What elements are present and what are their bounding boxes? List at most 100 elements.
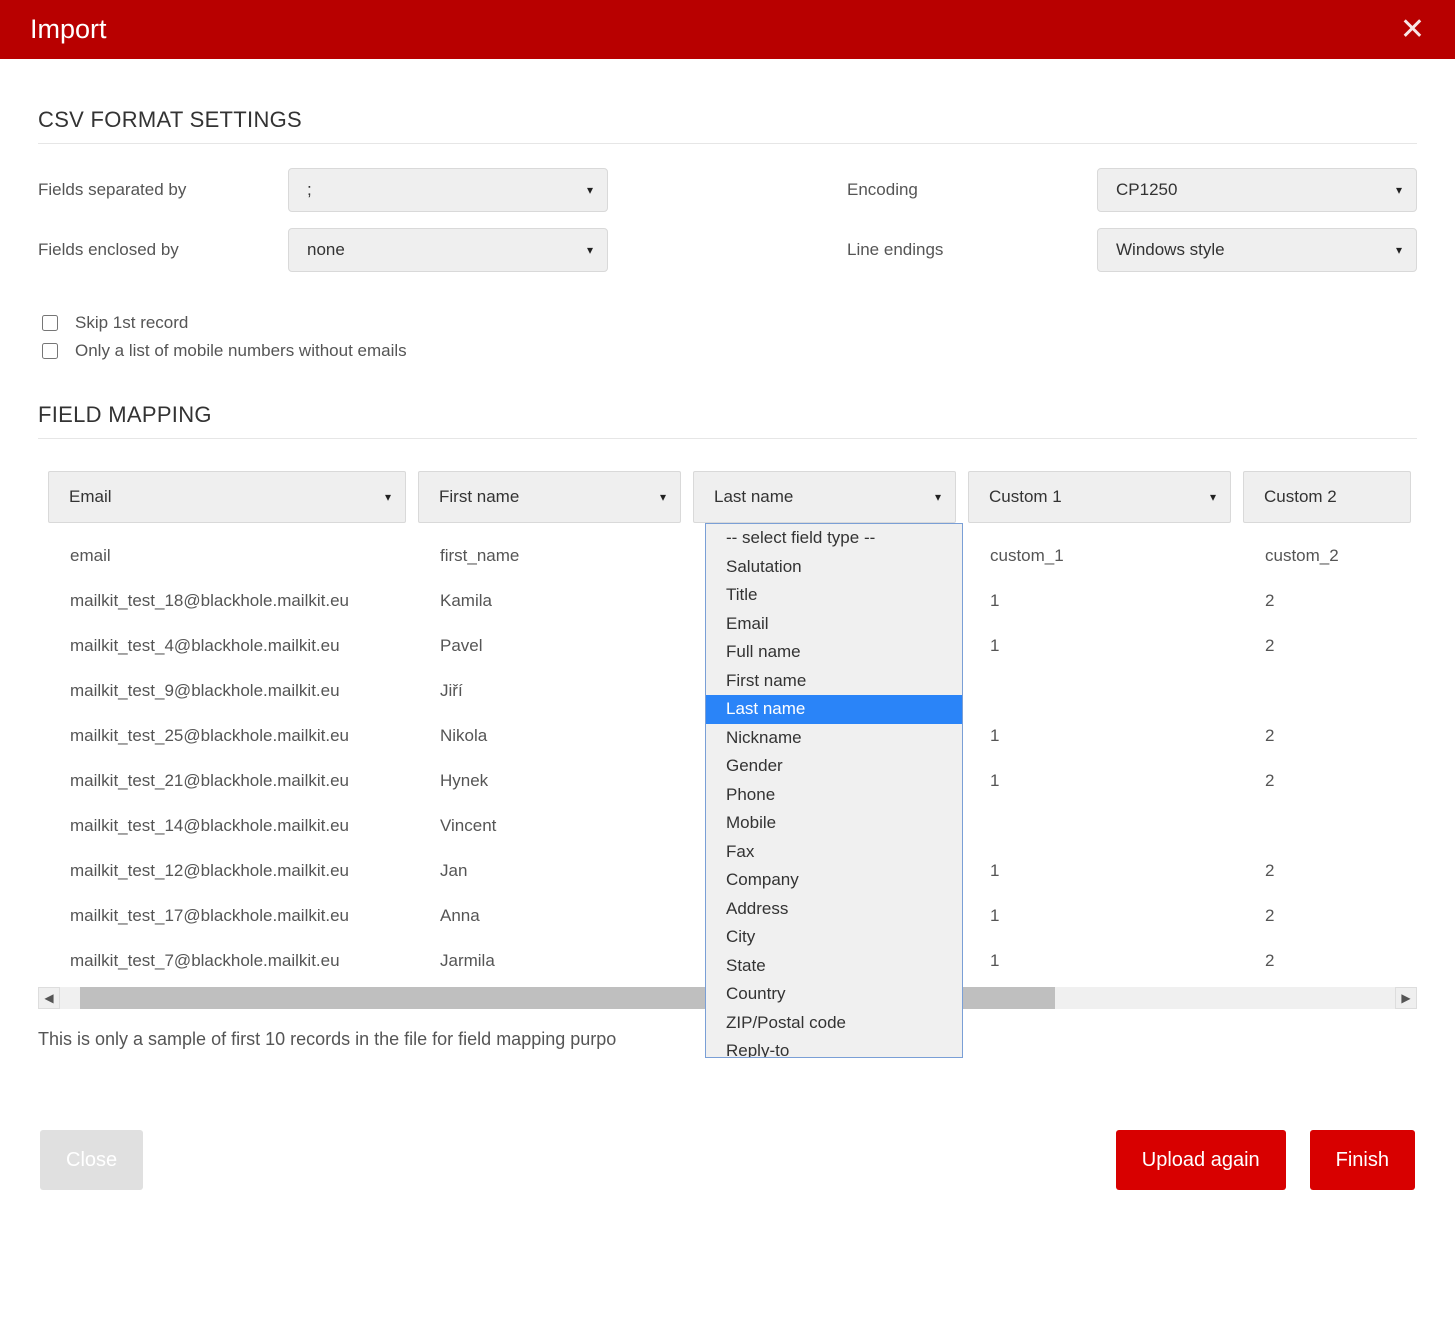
column-select-first-name[interactable]: First name ▾ [418, 471, 681, 523]
divider [38, 438, 1417, 439]
table-cell: custom_1 [968, 546, 1243, 566]
checkbox-label: Skip 1st record [75, 313, 188, 333]
close-icon[interactable]: ✕ [1400, 15, 1425, 45]
dropdown-option[interactable]: Reply-to [706, 1037, 962, 1057]
dropdown-option[interactable]: Fax [706, 838, 962, 867]
dropdown-option[interactable]: City [706, 923, 962, 952]
chevron-down-icon: ▾ [1396, 243, 1402, 257]
dropdown-option[interactable]: Salutation [706, 553, 962, 582]
checkbox-mobiles-only[interactable]: Only a list of mobile numbers without em… [38, 340, 1417, 362]
table-cell: Anna [418, 906, 693, 926]
table-cell: 2 [1243, 951, 1423, 971]
select-value: none [307, 240, 345, 260]
dropdown-option[interactable]: ZIP/Postal code [706, 1009, 962, 1038]
dropdown-option[interactable]: Email [706, 610, 962, 639]
field-type-dropdown[interactable]: -- select field type --SalutationTitleEm… [705, 523, 963, 1058]
select-value: Last name [714, 487, 793, 507]
dropdown-option[interactable]: Phone [706, 781, 962, 810]
column-select-custom-1[interactable]: Custom 1 ▾ [968, 471, 1231, 523]
table-cell: 2 [1243, 591, 1423, 611]
dropdown-option[interactable]: Full name [706, 638, 962, 667]
checkbox-label: Only a list of mobile numbers without em… [75, 341, 407, 361]
dropdown-option[interactable]: Last name [706, 695, 962, 724]
dropdown-option[interactable]: Mobile [706, 809, 962, 838]
column-select-custom-2[interactable]: Custom 2 [1243, 471, 1411, 523]
select-value: First name [439, 487, 519, 507]
table-cell: Jarmila [418, 951, 693, 971]
modal-body: CSV FORMAT SETTINGS Fields separated by … [0, 59, 1455, 1050]
table-cell: mailkit_test_17@blackhole.mailkit.eu [48, 906, 418, 926]
chevron-down-icon: ▾ [1396, 183, 1402, 197]
import-modal: Import ✕ CSV FORMAT SETTINGS Fields sepa… [0, 0, 1455, 1230]
table-cell: mailkit_test_14@blackhole.mailkit.eu [48, 816, 418, 836]
column-select-last-name[interactable]: Last name ▾ [693, 471, 956, 523]
table-cell: 1 [968, 861, 1243, 881]
table-cell: mailkit_test_25@blackhole.mailkit.eu [48, 726, 418, 746]
section-csv-format: CSV FORMAT SETTINGS [38, 107, 1417, 133]
upload-again-button[interactable]: Upload again [1116, 1130, 1286, 1190]
table-cell: 1 [968, 636, 1243, 656]
dropdown-listbox[interactable]: -- select field type --SalutationTitleEm… [706, 524, 962, 1057]
checkbox-input[interactable] [42, 315, 58, 331]
column-select-email[interactable]: Email ▾ [48, 471, 406, 523]
scroll-left-icon[interactable]: ◀ [38, 987, 60, 1009]
checkbox-input[interactable] [42, 343, 58, 359]
scroll-right-icon[interactable]: ▶ [1395, 987, 1417, 1009]
csv-settings-grid: Fields separated by ; ▾ Encoding CP1250 … [38, 168, 1417, 272]
select-line-endings[interactable]: Windows style ▾ [1097, 228, 1417, 272]
select-value: ; [307, 180, 312, 200]
mapping-header-row: Email ▾ First name ▾ Last name ▾ Custom … [48, 471, 1407, 523]
close-button[interactable]: Close [40, 1130, 143, 1190]
label-encoding: Encoding [847, 180, 1097, 200]
dropdown-option[interactable]: Address [706, 895, 962, 924]
select-encoding[interactable]: CP1250 ▾ [1097, 168, 1417, 212]
table-cell: 1 [968, 906, 1243, 926]
chevron-down-icon: ▾ [935, 490, 941, 504]
select-fields-enclosed-by[interactable]: none ▾ [288, 228, 608, 272]
divider [38, 143, 1417, 144]
select-value: Custom 1 [989, 487, 1062, 507]
table-cell: 2 [1243, 861, 1423, 881]
chevron-down-icon: ▾ [1210, 490, 1216, 504]
table-cell: 1 [968, 771, 1243, 791]
select-value: Custom 2 [1264, 487, 1337, 507]
checkbox-skip-first[interactable]: Skip 1st record [38, 312, 1417, 334]
dropdown-option[interactable]: Company [706, 866, 962, 895]
table-cell: 2 [1243, 726, 1423, 746]
table-cell: 2 [1243, 906, 1423, 926]
dropdown-option[interactable]: Title [706, 581, 962, 610]
table-cell: custom_2 [1243, 546, 1423, 566]
dropdown-option[interactable]: -- select field type -- [706, 524, 962, 553]
table-cell: 1 [968, 591, 1243, 611]
checkbox-group: Skip 1st record Only a list of mobile nu… [38, 312, 1417, 362]
section-field-mapping: FIELD MAPPING [38, 402, 1417, 428]
table-cell: Hynek [418, 771, 693, 791]
dropdown-option[interactable]: Nickname [706, 724, 962, 753]
table-cell: Jiří [418, 681, 693, 701]
select-value: Windows style [1116, 240, 1225, 260]
label-line-endings: Line endings [847, 240, 1097, 260]
label-fields-separated-by: Fields separated by [38, 180, 288, 200]
table-cell: 2 [1243, 771, 1423, 791]
dropdown-option[interactable]: Country [706, 980, 962, 1009]
modal-title: Import [30, 14, 107, 45]
table-cell: Jan [418, 861, 693, 881]
table-cell: mailkit_test_18@blackhole.mailkit.eu [48, 591, 418, 611]
table-cell: Vincent [418, 816, 693, 836]
dropdown-option[interactable]: State [706, 952, 962, 981]
modal-footer: Close Upload again Finish [0, 1050, 1455, 1230]
table-cell: mailkit_test_9@blackhole.mailkit.eu [48, 681, 418, 701]
modal-header: Import ✕ [0, 0, 1455, 59]
table-cell: 1 [968, 726, 1243, 746]
finish-button[interactable]: Finish [1310, 1130, 1415, 1190]
select-value: Email [69, 487, 112, 507]
table-cell: mailkit_test_7@blackhole.mailkit.eu [48, 951, 418, 971]
dropdown-option[interactable]: Gender [706, 752, 962, 781]
table-cell: 1 [968, 951, 1243, 971]
chevron-down-icon: ▾ [587, 243, 593, 257]
table-cell: first_name [418, 546, 693, 566]
select-fields-separated-by[interactable]: ; ▾ [288, 168, 608, 212]
chevron-down-icon: ▾ [660, 490, 666, 504]
dropdown-option[interactable]: First name [706, 667, 962, 696]
table-cell: mailkit_test_21@blackhole.mailkit.eu [48, 771, 418, 791]
